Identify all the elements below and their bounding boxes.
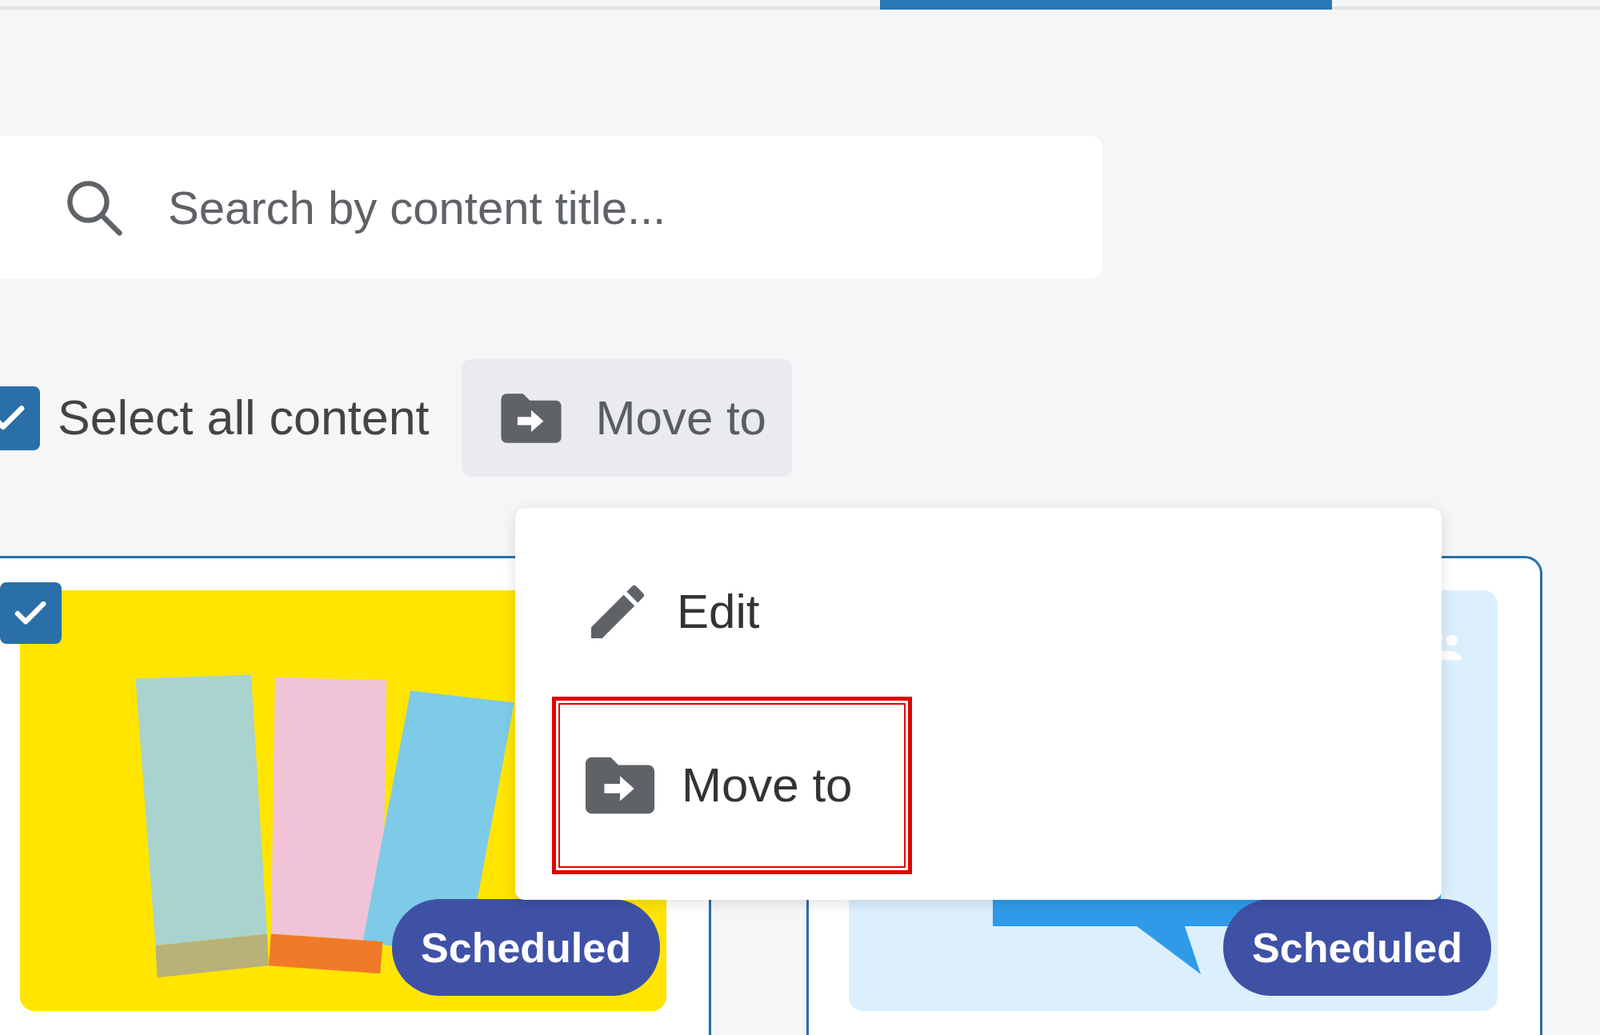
menu-item[interactable]: Move to <box>552 696 912 875</box>
content-page: Select all content Move to Scheduled Schedu… <box>0 0 1600 1035</box>
menu-item[interactable]: Edit <box>552 532 820 692</box>
folder-move-icon <box>498 390 564 447</box>
action-menu: Edit Move to <box>515 508 1442 900</box>
menu-item-label: Edit <box>676 576 760 648</box>
select-all-checkbox[interactable] <box>0 386 40 451</box>
menu-item-label: Move to <box>681 749 852 822</box>
tab-bar <box>0 0 1332 10</box>
pencil-icon <box>582 576 653 648</box>
search-icon <box>60 173 128 242</box>
card-checkbox[interactable] <box>0 582 62 644</box>
select-all-label[interactable]: Select all content <box>57 381 430 456</box>
search-input[interactable] <box>166 172 1103 244</box>
status-badge: Scheduled <box>392 899 660 996</box>
status-badge: Scheduled <box>1223 899 1492 996</box>
tab-indicator[interactable] <box>0 0 880 10</box>
move-to-button[interactable]: Move to <box>461 359 792 477</box>
search-box[interactable] <box>0 136 1103 279</box>
top-divider <box>0 6 1600 10</box>
move-to-label: Move to <box>596 382 767 455</box>
toolbar: Select all content Move to <box>0 359 1600 477</box>
folder-move-icon <box>582 753 658 818</box>
tab-indicator[interactable] <box>880 0 1332 10</box>
